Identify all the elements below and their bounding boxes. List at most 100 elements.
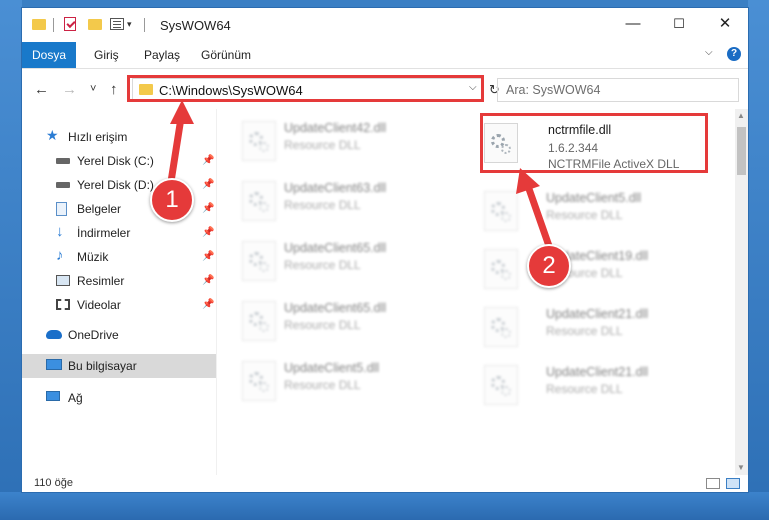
file-type: Resource DLL (284, 258, 361, 272)
computer-icon (46, 359, 62, 370)
maximize-button[interactable]: ☐ (656, 8, 702, 42)
file-type: Resource DLL (284, 138, 361, 152)
details-view-icon[interactable] (706, 478, 720, 489)
sidebar-item-network[interactable]: Ağ (22, 386, 216, 410)
sidebar-item-label: Bu bilgisayar (68, 359, 137, 373)
recent-locations-button[interactable]: ˅ (90, 83, 96, 95)
file-item[interactable]: UpdateClient63.dll Resource DLL (238, 175, 468, 227)
dll-file-icon (484, 249, 518, 289)
sidebar-item-label: Ağ (68, 391, 83, 405)
tab-file[interactable]: Dosya (22, 42, 76, 68)
sidebar-item-label: Müzik (77, 250, 109, 264)
drive-icon (56, 182, 70, 188)
search-input[interactable]: Ara: SysWOW64 (497, 78, 739, 102)
scroll-thumb[interactable] (737, 127, 746, 175)
file-name: UpdateClient63.dll (284, 181, 387, 195)
sidebar-item-label: Yerel Disk (D:) (77, 178, 154, 192)
desktop-background-bottom (0, 492, 769, 520)
file-type: Resource DLL (546, 208, 623, 222)
sidebar-item-music[interactable]: ♪ Müzik 📌 (22, 245, 216, 269)
navigation-pane: ★ Hızlı erişim Yerel Disk (C:) 📌 Yerel D… (22, 109, 217, 475)
toolbar-separator (53, 18, 54, 32)
help-icon[interactable]: ? (727, 47, 741, 61)
scroll-down-icon[interactable]: ▼ (737, 463, 745, 472)
file-name: UpdateClient65.dll (284, 301, 387, 315)
desktop-background-left (0, 0, 22, 520)
step-1-badge: 1 (150, 178, 194, 222)
file-item[interactable]: UpdateClient5.dll Resource DLL (238, 355, 468, 407)
sidebar-item-label: Belgeler (77, 202, 122, 216)
file-item[interactable]: UpdateClient42.dll Resource DLL (238, 115, 468, 167)
file-name: UpdateClient65.dll (284, 241, 387, 255)
pin-icon[interactable]: 📌 (202, 275, 214, 286)
file-name: UpdateClient21.dll (546, 307, 649, 321)
pin-icon[interactable]: 📌 (202, 227, 214, 238)
chevron-down-icon[interactable]: ▾ (127, 19, 132, 35)
file-item[interactable]: UpdateClient19.dll Resource DLL (480, 243, 710, 295)
search-placeholder: Ara: SysWOW64 (506, 83, 601, 97)
dll-file-icon (242, 121, 276, 161)
folder-icon[interactable] (32, 19, 46, 30)
sidebar-item-label: Resimler (77, 274, 125, 288)
file-name: UpdateClient21.dll (546, 365, 649, 379)
drive-icon (56, 158, 70, 164)
title-bar: ▾ SysWOW64 — ☐ ✕ (22, 8, 748, 42)
sidebar-item-disk-c[interactable]: Yerel Disk (C:) 📌 (22, 149, 216, 173)
documents-icon (56, 202, 67, 216)
sidebar-item-label: Yerel Disk (C:) (77, 154, 154, 168)
dll-file-icon (484, 365, 518, 405)
dll-file-icon (484, 191, 518, 231)
sidebar-item-downloads[interactable]: ↓ İndirmeler 📌 (22, 221, 216, 245)
file-type: Resource DLL (546, 382, 623, 396)
file-item[interactable]: UpdateClient5.dll Resource DLL (480, 185, 710, 237)
forward-button[interactable]: → (62, 81, 77, 98)
sidebar-item-label: Hızlı erişim (68, 130, 128, 144)
desktop-background-right (748, 0, 769, 520)
dll-file-icon (484, 307, 518, 347)
vertical-scrollbar[interactable]: ▲ ▼ (735, 109, 748, 475)
sidebar-item-pictures[interactable]: Resimler 📌 (22, 269, 216, 293)
file-type: Resource DLL (546, 324, 623, 338)
item-count: 110 öğe (34, 477, 73, 489)
close-button[interactable]: ✕ (702, 8, 748, 42)
dll-file-icon (242, 241, 276, 281)
pin-icon[interactable]: 📌 (202, 155, 214, 166)
file-item[interactable]: UpdateClient21.dll Resource DLL (480, 359, 710, 411)
tiles-view-icon[interactable] (726, 478, 740, 489)
chevron-down-icon[interactable]: ⌵ (705, 47, 713, 58)
tab-home[interactable]: Giriş (94, 42, 119, 68)
back-button[interactable]: ← (34, 81, 49, 98)
explorer-window: ▾ SysWOW64 — ☐ ✕ Dosya Giriş Paylaş Görü… (22, 8, 748, 492)
file-name: UpdateClient5.dll (546, 191, 642, 205)
tab-view[interactable]: Görünüm (201, 42, 251, 68)
pin-icon[interactable]: 📌 (202, 203, 214, 214)
sidebar-item-onedrive[interactable]: OneDrive (22, 323, 216, 347)
downloads-icon: ↓ (56, 223, 64, 240)
properties-check-icon[interactable] (64, 17, 76, 31)
dll-file-icon (242, 301, 276, 341)
new-folder-icon[interactable] (88, 19, 102, 30)
status-bar: 110 öğe (22, 475, 748, 492)
minimize-button[interactable]: — (610, 8, 656, 42)
file-name: UpdateClient42.dll (284, 121, 387, 135)
file-item[interactable]: UpdateClient65.dll Resource DLL (238, 295, 468, 347)
view-list-icon[interactable] (110, 18, 124, 30)
cloud-icon (46, 330, 62, 339)
pin-icon[interactable]: 📌 (202, 179, 214, 190)
tab-share[interactable]: Paylaş (144, 42, 180, 68)
pin-icon[interactable]: 📌 (202, 251, 214, 262)
toolbar-separator (144, 18, 145, 32)
dll-file-icon (242, 361, 276, 401)
sidebar-item-this-pc[interactable]: Bu bilgisayar (22, 354, 216, 378)
scroll-up-icon[interactable]: ▲ (737, 111, 745, 120)
up-button[interactable]: ↑ (110, 81, 118, 98)
sidebar-item-quick-access[interactable]: ★ Hızlı erişim (22, 125, 216, 149)
file-type: Resource DLL (284, 198, 361, 212)
file-item[interactable]: UpdateClient21.dll Resource DLL (480, 301, 710, 353)
ribbon-tabs: Dosya Giriş Paylaş Görünüm ⌵ ? (22, 42, 748, 69)
window-title: SysWOW64 (160, 18, 231, 33)
sidebar-item-videos[interactable]: Videolar 📌 (22, 293, 216, 317)
pin-icon[interactable]: 📌 (202, 299, 214, 310)
file-item[interactable]: UpdateClient65.dll Resource DLL (238, 235, 468, 287)
dll-file-icon (242, 181, 276, 221)
